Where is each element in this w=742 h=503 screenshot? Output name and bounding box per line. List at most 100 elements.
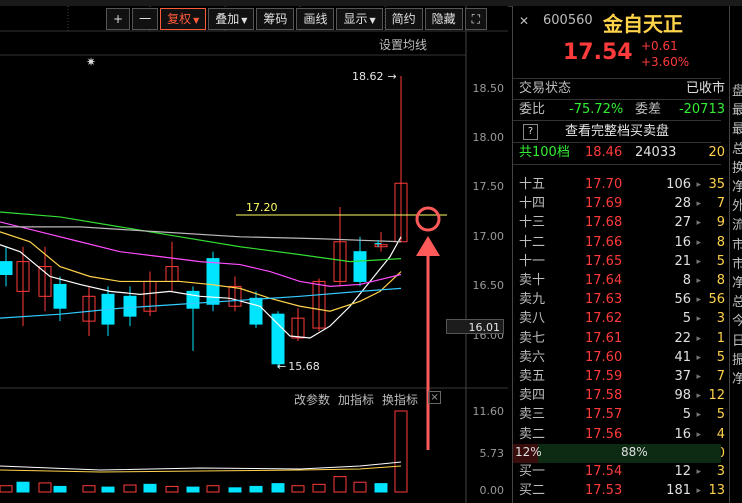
expand-icon[interactable]: ▸ <box>696 387 701 405</box>
level-label: 十三 <box>519 215 546 231</box>
level-count: 3 <box>716 311 725 327</box>
draw-line-button[interactable]: 画线 <box>296 8 335 30</box>
add-indicator-button[interactable]: 加指标 <box>338 391 374 408</box>
level-count: 7 <box>716 196 725 212</box>
zoom-out-button[interactable]: 一 <box>132 8 159 30</box>
fuquan-dropdown[interactable]: 复权 ▼ <box>160 8 207 30</box>
level-line-label: 17.20 <box>246 201 278 214</box>
level-volume: 98 <box>674 388 691 404</box>
expand-icon[interactable]: ▸ <box>696 176 701 194</box>
expand-icon[interactable]: ▸ <box>696 214 701 232</box>
expand-icon[interactable]: ▸ <box>696 253 701 271</box>
chart-toolbar: + 一 复权 ▼ 叠加 ▼ 筹码 画线 显示 ▼ 简约 隐藏 ⛶ <box>106 8 489 30</box>
level-price: 17.64 <box>585 273 623 288</box>
level-label: 卖三 <box>519 407 546 423</box>
order-level-row: 卖六 17.60 41 ▸ 5 <box>519 349 725 367</box>
level-price: 17.61 <box>585 330 623 346</box>
side-quote-label: 净 <box>732 372 742 387</box>
zoom-in-button[interactable]: + <box>106 8 131 30</box>
kline-chart-panel[interactable]: + ✷ <box>0 6 508 503</box>
level-count: 8 <box>716 234 725 250</box>
level-volume: 5 <box>682 311 691 327</box>
ratio-left: 12% <box>515 445 542 459</box>
volume-bar <box>271 483 285 493</box>
candle-body <box>249 297 263 325</box>
level-label: 卖四 <box>519 388 546 404</box>
expand-icon[interactable]: ▸ <box>696 330 701 348</box>
hide-button[interactable]: 隐藏 <box>424 8 463 30</box>
level-volume: 106 <box>666 177 691 192</box>
full-book-link[interactable]: 查看完整档买卖盘 <box>565 123 669 141</box>
kline-chart-canvas[interactable]: +✷ <box>0 6 508 503</box>
level-label: 十一 <box>519 253 546 269</box>
volume-bar <box>374 483 388 493</box>
change-param-button[interactable]: 改参数 <box>294 391 330 408</box>
expand-icon[interactable]: ▸ <box>696 406 701 424</box>
set-ma-button[interactable]: 设置均线 <box>379 36 427 53</box>
level-label: 卖五 <box>519 369 546 384</box>
level-volume: 12 <box>674 464 691 479</box>
side-quote-label: 市 <box>732 237 742 253</box>
switch-indicator-button[interactable]: 换指标 <box>382 391 418 408</box>
level-label: 十四 <box>519 196 546 212</box>
level-count: 9 <box>716 215 725 231</box>
side-quote-label: 净 <box>732 180 742 195</box>
close-icon[interactable]: × <box>428 391 442 404</box>
level-count: 4 <box>716 426 725 442</box>
volume-bar <box>143 483 157 493</box>
expand-icon[interactable]: ▸ <box>696 368 701 386</box>
side-quote-label: 市 <box>732 256 742 272</box>
volume-bar <box>16 481 30 493</box>
order-level-row: 十四 17.69 28 ▸ 7 <box>519 195 725 213</box>
level-price: 17.56 <box>585 426 623 442</box>
level-price: 17.63 <box>585 292 623 308</box>
total-levels-label: 共100档 <box>519 145 570 160</box>
volume-bar <box>53 485 67 493</box>
full-book-row[interactable]: ? 查看完整档买卖盘 <box>519 123 725 141</box>
chips-button[interactable]: 筹码 <box>256 8 295 30</box>
candle-body <box>53 283 67 309</box>
level-label: 卖十 <box>519 273 546 288</box>
level-label: 卖七 <box>519 330 546 346</box>
indicator-toolbar: 改参数 加指标 换指标 × <box>294 391 442 408</box>
level-volume: 22 <box>674 330 691 346</box>
side-quote-label: 最 <box>732 122 742 138</box>
side-quote-label: 流 <box>732 218 742 234</box>
level-volume: 181 <box>666 483 691 499</box>
help-icon[interactable]: ? <box>523 124 538 140</box>
side-quote-label: 外 <box>732 199 742 215</box>
close-icon[interactable]: ✕ <box>519 14 529 28</box>
last-price: 17.54 <box>563 40 633 65</box>
side-quote-label: 总 <box>732 141 742 157</box>
order-level-row: 卖八 17.62 5 ▸ 3 <box>519 310 725 328</box>
level-price: 17.69 <box>585 196 623 212</box>
y-tick: 17.50 <box>472 180 505 193</box>
expand-icon[interactable]: ▸ <box>696 482 701 500</box>
level-price: 17.60 <box>585 349 623 365</box>
level-count: 12 <box>708 388 725 404</box>
level-count: 56 <box>708 292 725 308</box>
expand-icon[interactable]: ▸ <box>696 310 701 328</box>
total-levels-volume: 24033 <box>635 145 677 160</box>
order-level-row: 十一 17.65 21 ▸ 5 <box>519 253 725 271</box>
volume-bar <box>101 486 115 493</box>
expand-icon[interactable]: ▸ <box>696 291 701 309</box>
current-price-tag: 16.01 <box>446 319 504 334</box>
expand-icon[interactable]: ▸ <box>696 272 701 290</box>
expand-icon[interactable]: ▸ <box>696 195 701 213</box>
volume-tick: 11.60 <box>472 405 505 418</box>
expand-icon[interactable]: ▸ <box>696 234 701 252</box>
overlay-dropdown[interactable]: 叠加 ▼ <box>208 8 255 30</box>
level-count: 1 <box>716 330 725 346</box>
candle-body <box>123 295 137 317</box>
simple-mode-button[interactable]: 简约 <box>384 8 423 30</box>
order-book-panel: ✕ 600560 金自天正 17.54 +0.61 +3.60% 交易状态 已收… <box>512 6 742 503</box>
star-marker: ✷ <box>86 55 96 69</box>
weibi-row: 委比 -75.72% 委差 -20713 <box>519 101 725 119</box>
expand-icon[interactable]: ▸ <box>696 426 701 444</box>
level-price: 17.68 <box>585 215 623 231</box>
expand-icon[interactable]: ▸ <box>696 349 701 367</box>
fullscreen-icon[interactable]: ⛶ <box>464 8 488 30</box>
expand-icon[interactable]: ▸ <box>696 463 701 481</box>
display-dropdown[interactable]: 显示 ▼ <box>336 8 383 30</box>
